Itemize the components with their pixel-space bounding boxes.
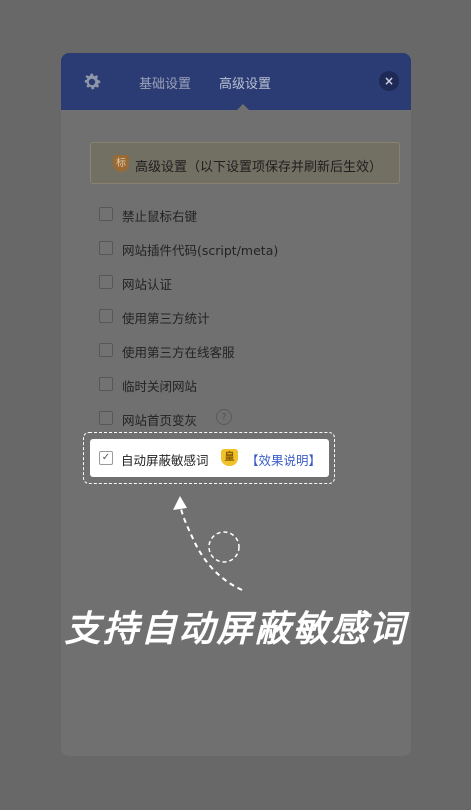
checkbox[interactable] [99, 241, 113, 255]
active-tab-indicator [237, 104, 249, 110]
promo-caption: 支持自动屏蔽敏感词 [64, 608, 407, 650]
option-label: 临时关闭网站 [122, 379, 198, 394]
checkbox[interactable] [99, 377, 113, 391]
option-label: 网站插件代码(script/meta) [122, 243, 279, 258]
tab-basic-settings[interactable]: 基础设置 [139, 73, 191, 92]
panel-header: 基础设置 高级设置 × [61, 53, 411, 110]
checkbox[interactable] [99, 343, 113, 357]
notice-text: 高级设置（以下设置项保存并刷新后生效） [135, 160, 383, 175]
option-label: 使用第三方在线客服 [122, 345, 235, 360]
effect-description-link[interactable]: 【效果说明】 [246, 450, 321, 469]
help-icon[interactable]: ? [216, 409, 232, 425]
pointer-arrow-icon [173, 496, 243, 591]
notice-banner: 标 高级设置（以下设置项保存并刷新后生效） [90, 142, 400, 184]
checkbox[interactable] [99, 411, 113, 425]
vip-badge-icon: 皇 [221, 449, 238, 466]
checkbox[interactable] [99, 275, 113, 289]
option-label: 禁止鼠标右键 [122, 209, 198, 224]
tab-advanced-settings[interactable]: 高级设置 [219, 73, 271, 92]
option-label: 网站认证 [122, 277, 173, 292]
option-label: 使用第三方统计 [122, 311, 210, 326]
option-label: 网站首页变灰 [122, 413, 198, 428]
gear-icon [84, 73, 101, 90]
checkbox-checked[interactable]: ✓ [99, 451, 113, 465]
option-label: 自动屏蔽敏感词 [121, 453, 209, 468]
checkbox[interactable] [99, 309, 113, 323]
close-button[interactable]: × [379, 71, 399, 91]
option-auto-filter-sensitive-words[interactable]: ✓ 自动屏蔽敏感词 皇 【效果说明】 [90, 439, 329, 477]
notice-badge-icon: 标 [113, 155, 129, 172]
checkbox[interactable] [99, 207, 113, 221]
